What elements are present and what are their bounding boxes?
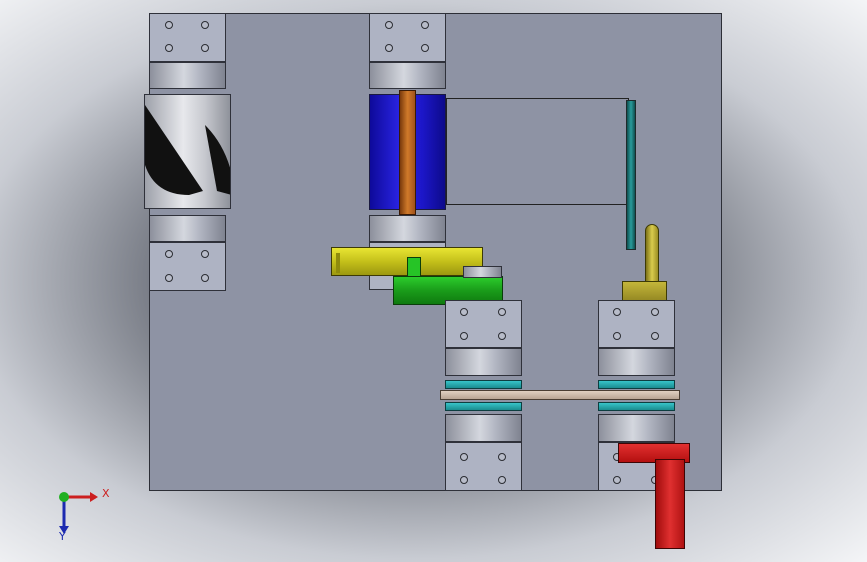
cad-viewport[interactable]: X Y: [0, 0, 867, 562]
mount-hole: [385, 21, 393, 29]
left-checker-roller[interactable]: [144, 94, 231, 209]
brass-pin[interactable]: [645, 224, 659, 284]
mid-lower-bearing[interactable]: [445, 414, 522, 442]
mid-shaft-cap[interactable]: [463, 266, 502, 278]
mount-hole: [613, 476, 621, 484]
mount-hole: [498, 332, 506, 340]
mount-hole: [460, 332, 468, 340]
mount-hole: [460, 453, 468, 461]
right-top-mount-block[interactable]: [598, 300, 675, 348]
center-belt-guard[interactable]: [446, 98, 629, 205]
x-axis-label: X: [102, 487, 110, 500]
mid-teal-ring-upper[interactable]: [445, 380, 522, 389]
mid-bottom-mount-block[interactable]: [445, 442, 522, 491]
mount-hole: [201, 21, 209, 29]
red-lever-handle[interactable]: [655, 459, 685, 549]
center-lower-bearing[interactable]: [369, 215, 446, 242]
y-axis-label: Y: [59, 530, 66, 543]
left-bottom-mount-block[interactable]: [149, 242, 226, 291]
mount-hole: [613, 308, 621, 316]
mount-hole: [201, 274, 209, 282]
mount-hole: [498, 308, 506, 316]
mount-hole: [613, 332, 621, 340]
mount-hole: [498, 476, 506, 484]
mount-hole: [460, 308, 468, 316]
mid-teal-ring-lower[interactable]: [445, 402, 522, 411]
tension-rod[interactable]: [626, 100, 636, 250]
mount-hole: [165, 250, 173, 258]
mount-hole: [165, 274, 173, 282]
yellow-arm-slot: [336, 253, 340, 273]
mount-hole: [651, 308, 659, 316]
mount-hole: [165, 44, 173, 52]
mount-hole: [201, 44, 209, 52]
mount-hole: [421, 21, 429, 29]
checker-pattern: [145, 105, 230, 195]
mount-hole: [421, 44, 429, 52]
center-upper-bearing[interactable]: [369, 62, 446, 89]
mount-hole: [201, 250, 209, 258]
olive-cam-block[interactable]: [622, 281, 667, 301]
mount-hole: [165, 21, 173, 29]
mount-hole: [651, 332, 659, 340]
right-teal-ring-lower[interactable]: [598, 402, 675, 411]
mount-hole: [460, 476, 468, 484]
tan-drive-belt[interactable]: [440, 390, 680, 400]
right-teal-ring-upper[interactable]: [598, 380, 675, 389]
left-upper-bearing[interactable]: [149, 62, 226, 89]
center-top-mount-block[interactable]: [369, 13, 446, 62]
mount-hole: [498, 453, 506, 461]
mid-upper-bearing[interactable]: [445, 348, 522, 376]
mid-top-mount-block[interactable]: [445, 300, 522, 348]
mount-hole: [385, 44, 393, 52]
coordinate-triad: [59, 492, 98, 534]
right-upper-bearing[interactable]: [598, 348, 675, 376]
orange-shaft[interactable]: [399, 90, 416, 215]
left-top-mount-block[interactable]: [149, 13, 226, 62]
left-lower-bearing[interactable]: [149, 215, 226, 242]
right-lower-bearing[interactable]: [598, 414, 675, 442]
